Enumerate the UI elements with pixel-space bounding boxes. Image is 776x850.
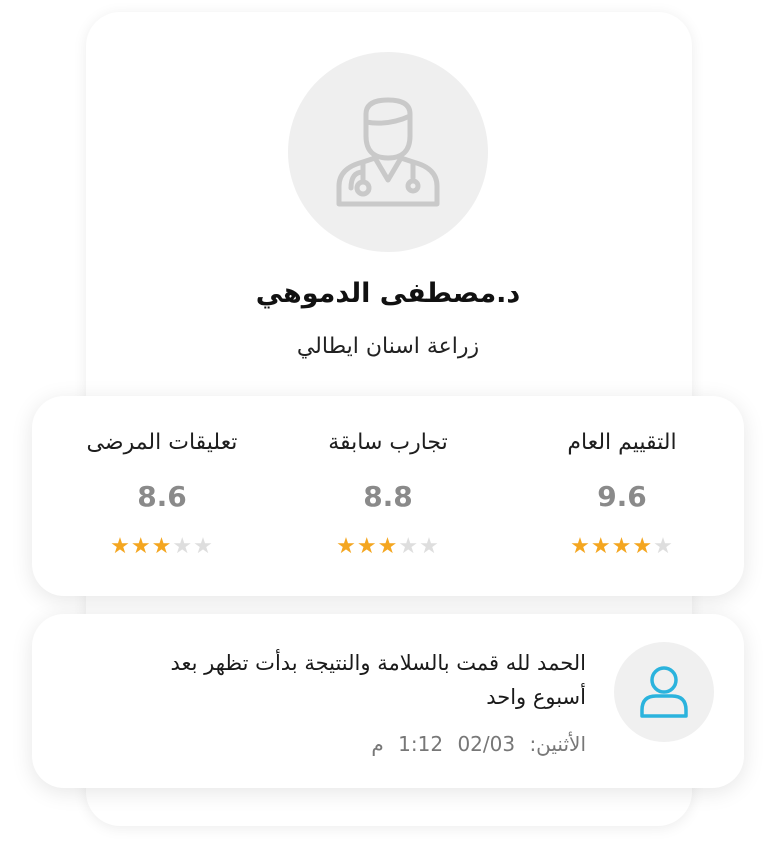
star-filled-icon: ★ bbox=[336, 534, 357, 559]
star-empty-icon: ★ bbox=[398, 534, 420, 559]
star-filled-icon: ★ bbox=[570, 534, 591, 559]
review-text: الحمد لله قمت بالسلامة والنتيجة بدأت تظه… bbox=[170, 651, 586, 709]
stat-label: التقييم العام bbox=[567, 430, 677, 455]
review-date-value: 02/03 bbox=[457, 732, 516, 756]
star-rating: ★★★★★ bbox=[512, 534, 732, 559]
star-filled-icon: ★ bbox=[377, 534, 399, 559]
review-day: الأثنين: bbox=[529, 732, 586, 756]
star-rating: ★★★★★ bbox=[52, 534, 272, 559]
review-card: الحمد لله قمت بالسلامة والنتيجة بدأت تظه… bbox=[32, 614, 744, 788]
star-empty-icon: ★ bbox=[193, 534, 214, 559]
star-rating: ★★★★★ bbox=[278, 534, 498, 559]
reviewer-avatar bbox=[614, 642, 714, 742]
review-date: الأثنين: 02/03 1:12 م bbox=[363, 732, 586, 756]
user-icon bbox=[640, 666, 688, 718]
stat-label: تعليقات المرضى bbox=[86, 430, 238, 455]
star-filled-icon: ★ bbox=[110, 534, 131, 559]
stat-label: تجارب سابقة bbox=[328, 430, 448, 455]
star-filled-icon: ★ bbox=[356, 534, 378, 559]
stat-value: 9.6 bbox=[597, 480, 647, 513]
star-filled-icon: ★ bbox=[611, 534, 633, 559]
stat-value: 8.6 bbox=[137, 480, 187, 513]
star-empty-icon: ★ bbox=[172, 534, 194, 559]
stat-previous-experiences: تجارب سابقة 8.8 ★★★★★ bbox=[278, 396, 498, 596]
star-filled-icon: ★ bbox=[151, 534, 173, 559]
star-empty-icon: ★ bbox=[419, 534, 440, 559]
doctor-avatar bbox=[288, 52, 488, 252]
doctor-name: د.مصطفى الدموهي bbox=[255, 278, 521, 309]
stat-value: 8.8 bbox=[363, 480, 413, 513]
review-period: م bbox=[371, 732, 384, 756]
star-filled-icon: ★ bbox=[130, 534, 152, 559]
stat-patient-comments: تعليقات المرضى 8.6 ★★★★★ bbox=[52, 396, 272, 596]
star-empty-icon: ★ bbox=[653, 534, 674, 559]
star-filled-icon: ★ bbox=[590, 534, 612, 559]
ratings-card: التقييم العام 9.6 ★★★★★ تجارب سابقة 8.8 … bbox=[32, 396, 744, 596]
review-time: 1:12 bbox=[398, 732, 444, 756]
doctor-specialty: زراعة اسنان ايطالي bbox=[296, 334, 480, 359]
stat-overall-rating: التقييم العام 9.6 ★★★★★ bbox=[512, 396, 732, 596]
star-filled-icon: ★ bbox=[632, 534, 654, 559]
doctor-icon bbox=[336, 97, 440, 207]
